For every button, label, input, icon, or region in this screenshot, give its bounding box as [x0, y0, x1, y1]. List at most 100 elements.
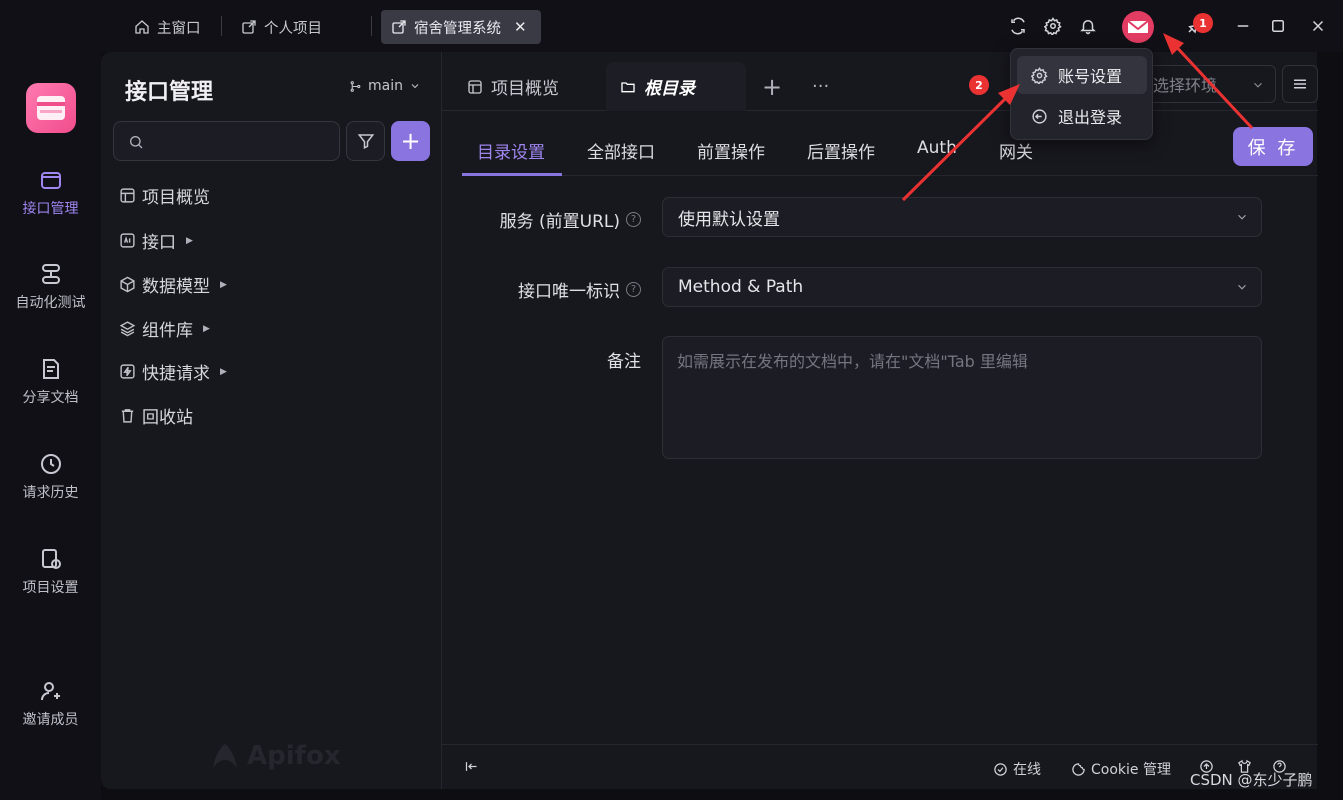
branch-selector[interactable]: main — [349, 78, 421, 94]
save-button[interactable]: 保 存 — [1233, 127, 1313, 166]
tree-item-components[interactable]: 组件库 ▶ — [119, 316, 210, 341]
add-user-icon — [40, 682, 60, 701]
maximize-icon[interactable] — [1266, 14, 1290, 38]
chevron-down-icon — [411, 84, 419, 89]
hamburger-icon — [1294, 79, 1306, 89]
sidebar: 接口管理 main + 项目概览 接口 ▶ 数据模型 ▶ 组件库 ▶ 快捷请求 … — [101, 52, 441, 789]
tree-item-label: 组件库 — [142, 321, 193, 341]
tab-label: 根目录 — [644, 79, 695, 99]
main-panel: 项目概览 根目录 + ··· 选择环境 目录设置 全部接口 前置操作 后置操作 … — [441, 52, 1318, 789]
rail-item-api[interactable]: 接口管理 — [0, 168, 101, 218]
service-select[interactable]: 使用默认设置 — [662, 197, 1262, 237]
cookie-manager[interactable]: Cookie 管理 — [1071, 759, 1171, 779]
account-dropdown: 账号设置 退出登录 — [1010, 48, 1153, 140]
api-id-select[interactable]: Method & Path — [662, 267, 1262, 307]
subtab-post-actions[interactable]: 后置操作 — [807, 138, 875, 163]
bell-icon[interactable] — [1076, 14, 1100, 38]
subtab-pre-actions[interactable]: 前置操作 — [697, 138, 765, 163]
refresh-icon[interactable] — [1006, 14, 1030, 38]
window-tab-label: 宿舍管理系统 — [414, 20, 501, 37]
menu-button[interactable] — [1282, 65, 1318, 103]
tree-item-label: 项目概览 — [142, 188, 210, 208]
gear-icon[interactable] — [1041, 14, 1065, 38]
history-icon — [40, 454, 61, 474]
caret-right-icon: ▶ — [203, 323, 210, 334]
filter-button[interactable] — [346, 121, 385, 161]
rail-item-invite[interactable]: 邀请成员 — [0, 679, 101, 729]
cube-icon — [120, 276, 135, 293]
tree-item-overview[interactable]: 项目概览 — [119, 183, 210, 208]
chevron-down-icon — [1238, 214, 1246, 220]
tab-root-folder[interactable]: 根目录 — [606, 62, 746, 111]
api-icon — [40, 172, 61, 189]
apifox-watermark: Apifox — [209, 740, 341, 772]
online-label: 在线 — [1013, 762, 1041, 778]
caret-right-icon: ▶ — [220, 366, 227, 377]
rail-item-label: 分享文档 — [22, 390, 79, 406]
tree-item-trash[interactable]: 回收站 — [119, 403, 193, 428]
tree-item-api[interactable]: 接口 ▶ — [119, 228, 193, 253]
window-tab-dorm-system[interactable]: 宿舍管理系统 ✕ — [381, 10, 541, 44]
account-settings-item[interactable]: 账号设置 — [1017, 56, 1147, 94]
add-tab-button[interactable]: + — [762, 62, 782, 111]
rail-item-share-docs[interactable]: 分享文档 — [0, 357, 101, 407]
layers-icon — [119, 321, 136, 337]
add-button[interactable]: + — [391, 121, 430, 161]
window-tab-personal[interactable]: 个人项目 — [231, 10, 332, 44]
tree-item-label: 接口 — [142, 233, 176, 253]
cookie-icon — [1072, 762, 1085, 776]
rail-item-label: 接口管理 — [22, 201, 79, 217]
check-circle-icon — [994, 762, 1007, 776]
help-icon[interactable]: ? — [626, 212, 641, 227]
rail-item-label: 自动化测试 — [15, 295, 86, 311]
window-tab-main[interactable]: 主窗口 — [124, 10, 211, 44]
layout-icon — [468, 79, 482, 94]
help-icon[interactable]: ? — [626, 282, 641, 297]
search-input[interactable] — [152, 122, 332, 160]
rail-item-automation[interactable]: 自动化测试 — [0, 262, 101, 312]
left-rail: 接口管理 自动化测试 分享文档 请求历史 项目设置 邀请成员 — [0, 52, 101, 800]
logout-item[interactable]: 退出登录 — [1017, 97, 1147, 135]
divider — [371, 16, 372, 36]
more-tabs-button[interactable]: ··· — [812, 62, 829, 111]
document-icon — [42, 359, 59, 379]
tab-label: 项目概览 — [491, 79, 559, 99]
avatar[interactable] — [1122, 11, 1154, 43]
note-label: 备注 — [607, 347, 641, 372]
close-icon[interactable]: ✕ — [514, 18, 527, 36]
collapse-sidebar-icon[interactable] — [464, 759, 479, 774]
caret-right-icon: ▶ — [220, 279, 227, 290]
tree-item-quick-request[interactable]: 快捷请求 ▶ — [119, 359, 227, 384]
subtab-directory-settings[interactable]: 目录设置 — [477, 138, 545, 163]
tree-item-label: 回收站 — [142, 408, 193, 428]
tab-overview[interactable]: 项目概览 — [467, 62, 559, 111]
rail-item-label: 邀请成员 — [22, 712, 79, 728]
layout-icon — [120, 188, 135, 203]
rail-item-project-settings[interactable]: 项目设置 — [0, 547, 101, 597]
service-label: 服务 (前置URL) ? — [500, 207, 641, 232]
subtab-auth[interactable]: Auth — [917, 138, 957, 158]
online-status[interactable]: 在线 — [993, 759, 1041, 779]
rail-item-history[interactable]: 请求历史 — [0, 452, 101, 502]
window-close-icon[interactable] — [1306, 14, 1330, 38]
environment-select[interactable]: 选择环境 — [1146, 65, 1276, 103]
subtab-all-apis[interactable]: 全部接口 — [587, 138, 655, 163]
cookie-label: Cookie 管理 — [1091, 762, 1171, 778]
environment-placeholder: 选择环境 — [1153, 76, 1218, 95]
branch-icon — [350, 80, 361, 92]
select-value: Method & Path — [678, 277, 804, 297]
rail-item-label: 请求历史 — [22, 485, 79, 501]
sidebar-title: 接口管理 — [125, 80, 214, 105]
minimize-icon[interactable] — [1231, 14, 1255, 38]
api-icon — [120, 233, 135, 248]
automation-icon — [41, 264, 60, 284]
window-tab-label: 个人项目 — [264, 20, 322, 37]
branch-label: main — [368, 78, 403, 94]
label-text: 服务 (前置URL) — [499, 212, 620, 232]
subtab-gateway[interactable]: 网关 — [999, 138, 1033, 163]
search-box — [113, 121, 340, 161]
tree-item-label: 快捷请求 — [142, 364, 210, 384]
caret-right-icon: ▶ — [186, 235, 193, 246]
note-textarea[interactable]: 如需展示在发布的文档中，请在"文档"Tab 里编辑 — [662, 336, 1262, 459]
tree-item-data-model[interactable]: 数据模型 ▶ — [119, 272, 227, 297]
